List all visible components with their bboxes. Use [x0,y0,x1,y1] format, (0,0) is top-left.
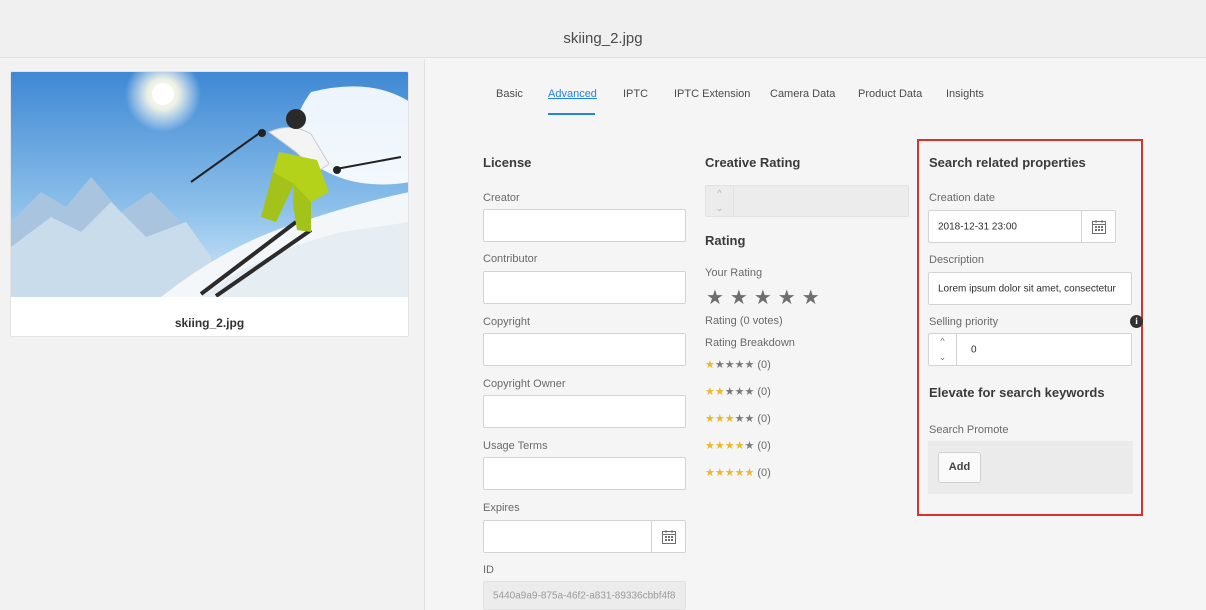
rating-count: (0) [757,440,771,452]
elevate-keywords-heading: Elevate for search keywords [929,385,1105,400]
rating-breakdown-row: ★★★★★ (0) [705,358,771,371]
rating-breakdown-row: ★★★★★ (0) [705,385,771,398]
your-rating-stars[interactable]: ★★★★★ [706,285,826,310]
star-icon: ★★★ [724,386,755,398]
contributor-field[interactable] [483,271,686,304]
rating-count: (0) [757,413,771,425]
star-icon: ★ [705,359,715,371]
star-icon: ★★★★ [714,359,755,371]
star-icon: ★ [744,440,755,452]
expires-label: Expires [483,502,520,514]
selling-priority-stepper-buttons[interactable]: ^ ⌄ [929,334,957,365]
copyright-field[interactable] [483,333,686,366]
rating-count: (0) [757,386,771,398]
selling-priority-value: 0 [971,344,977,355]
rating-breakdown-label: Rating Breakdown [705,337,795,349]
search-properties-heading: Search related properties [929,155,1086,170]
asset-preview-pane: skiing_2.jpg [0,59,425,610]
usage-terms-label: Usage Terms [483,440,548,452]
rating-breakdown-row: ★★★★★ (0) [705,466,771,479]
star-icon: ★★ [705,386,725,398]
star-icon: ★★★★ [705,440,745,452]
selling-priority-stepper[interactable]: ^ ⌄ 0 [928,333,1132,366]
description-label: Description [929,254,985,266]
copyright-owner-field[interactable] [483,395,686,428]
description-value: Lorem ipsum dolor sit amet, consectetur [938,283,1116,294]
rating-count: (0) [757,359,771,371]
calendar-icon [1092,219,1106,234]
tab-insights[interactable]: Insights [946,88,984,100]
info-icon[interactable]: i [1130,315,1143,328]
your-rating-label: Your Rating [705,267,763,279]
asset-title: skiing_2.jpg [563,30,643,47]
star-icon: ★★ [734,413,755,425]
properties-pane: Basic Advanced IPTC IPTC Extension Camer… [426,59,1206,610]
creator-field[interactable] [483,209,686,242]
id-field: 5440a9a9-875a-46f2-a831-89336cbbf4f8 [483,581,686,610]
contributor-label: Contributor [483,253,538,265]
rating-count: (0) [757,467,771,479]
active-tab-indicator [548,113,595,115]
creative-rating-stepper-buttons[interactable]: ^ ⌄ [706,186,734,216]
rating-heading: Rating [705,233,746,248]
asset-card[interactable]: skiing_2.jpg [10,71,409,337]
usage-terms-field[interactable] [483,457,686,490]
calendar-icon [662,529,676,544]
chevron-up-icon[interactable]: ^ [929,334,956,350]
description-field[interactable]: Lorem ipsum dolor sit amet, consectetur [928,272,1132,305]
asset-thumbnail [11,72,408,297]
copyright-owner-label: Copyright Owner [483,378,566,390]
selling-priority-label: Selling priority [929,316,999,328]
rating-breakdown-row: ★★★★★ (0) [705,412,771,425]
search-promote-container: Add [928,441,1133,494]
creation-date-value: 2018-12-31 23:00 [938,221,1017,232]
creator-label: Creator [483,192,520,204]
tab-camera-data[interactable]: Camera Data [770,88,835,100]
add-keyword-button[interactable]: Add [938,452,981,483]
creation-date-picker[interactable] [1081,211,1115,242]
title-bar: skiing_2.jpg [0,0,1206,58]
search-promote-label: Search Promote [929,424,1009,436]
creative-rating-heading: Creative Rating [705,155,801,170]
tab-iptc[interactable]: IPTC [623,88,648,100]
rating-summary: Rating (0 votes) [705,315,783,327]
rating-breakdown-row: ★★★★★ (0) [705,439,771,452]
asset-caption: skiing_2.jpg [174,316,245,330]
tab-basic[interactable]: Basic [496,88,523,100]
tab-product-data[interactable]: Product Data [858,88,922,100]
creation-date-field[interactable]: 2018-12-31 23:00 [928,210,1116,243]
chevron-up-icon[interactable]: ^ [706,186,733,201]
expires-field[interactable] [483,520,686,553]
copyright-label: Copyright [483,316,531,328]
chevron-down-icon[interactable]: ⌄ [706,201,733,216]
chevron-down-icon[interactable]: ⌄ [929,350,956,366]
tab-iptc-extension[interactable]: IPTC Extension [674,88,750,100]
star-icon: ★★★★★ [705,467,755,479]
expires-date-picker[interactable] [651,521,685,552]
id-value: 5440a9a9-875a-46f2-a831-89336cbbf4f8 [493,590,676,601]
id-label: ID [483,564,494,576]
creative-rating-stepper[interactable]: ^ ⌄ [705,185,909,217]
star-icon: ★★★ [705,413,735,425]
license-heading: License [483,155,532,170]
tab-advanced[interactable]: Advanced [548,88,597,100]
creation-date-label: Creation date [929,192,996,204]
